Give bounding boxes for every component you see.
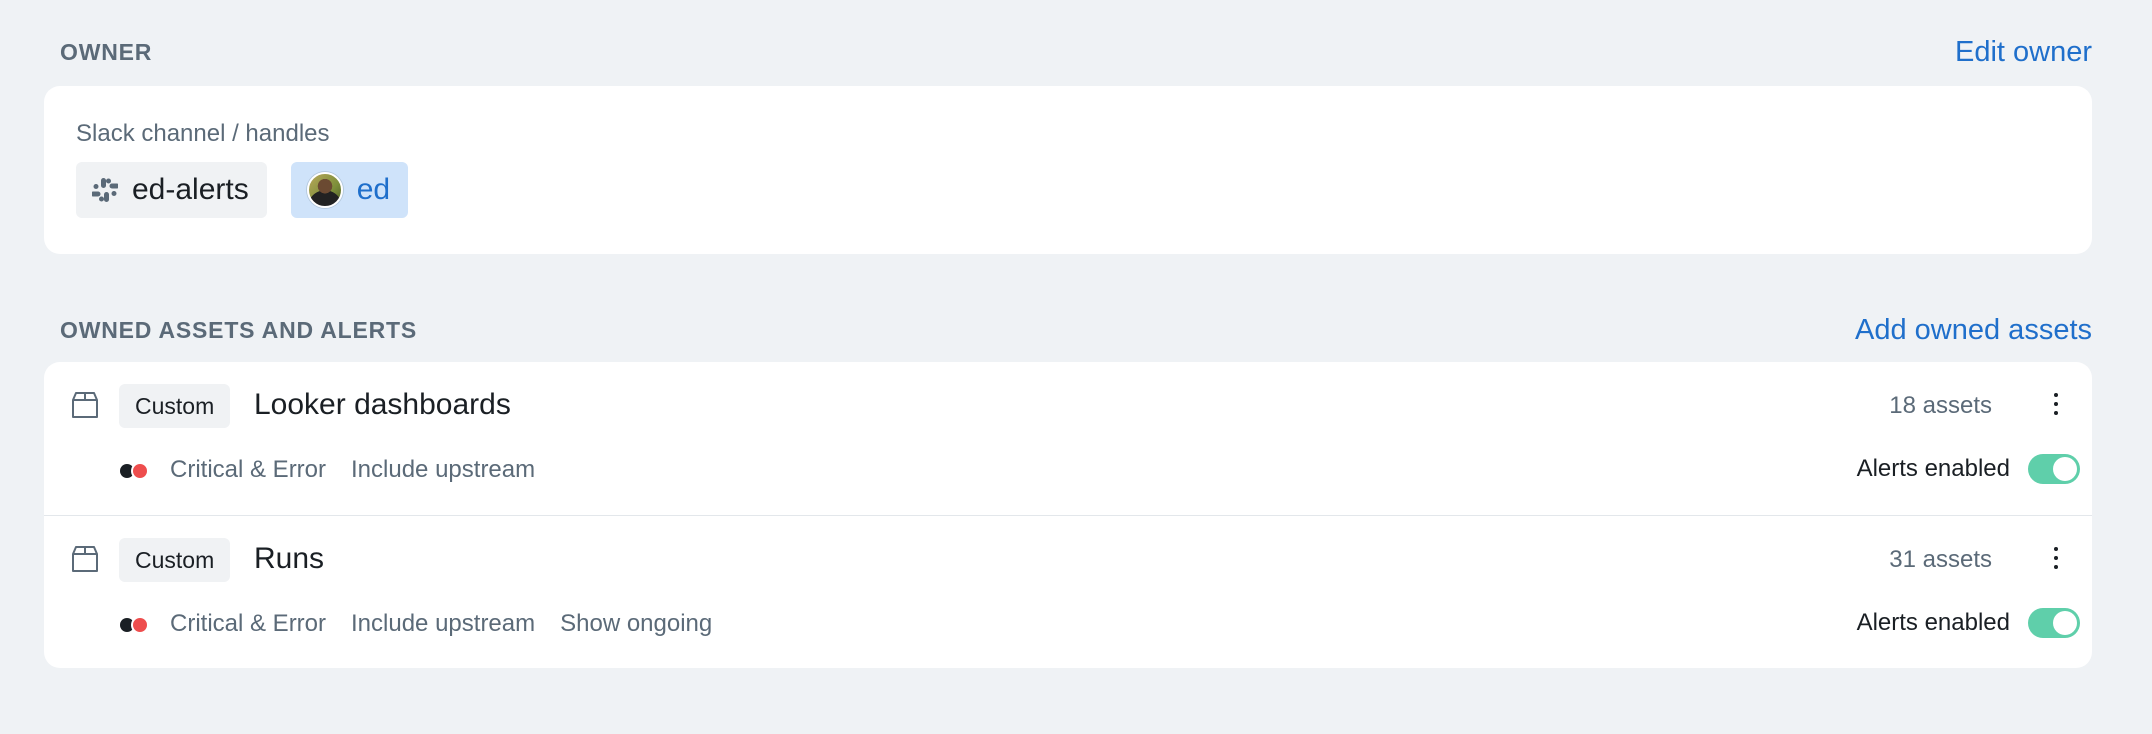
asset-name[interactable]: Looker dashboards (254, 388, 511, 422)
asset-meta: Critical & Error Include upstream (120, 456, 560, 484)
assets-section-header: OWNED ASSETS AND ALERTS Add owned assets (60, 314, 2092, 347)
asset-count: 18 assets (1889, 392, 1992, 419)
box-icon (72, 392, 98, 418)
asset-count: 31 assets (1889, 546, 1992, 573)
alerts-toggle[interactable] (2028, 608, 2080, 638)
asset-meta: Critical & Error Include upstream Show o… (120, 610, 737, 638)
owner-settings-page: OWNER Edit owner Slack channel / handles (0, 0, 2152, 734)
asset-type-badge: Custom (119, 538, 231, 582)
more-options-icon[interactable] (2046, 540, 2066, 576)
alerts-control: Alerts enabled (1857, 608, 2080, 638)
avatar (306, 172, 343, 208)
assets-card: Custom Looker dashboards 18 assets Criti… (44, 362, 2092, 668)
asset-type-badge: Custom (119, 384, 231, 428)
severity-dots-icon (120, 461, 154, 480)
edit-owner-link[interactable]: Edit owner (1955, 36, 2092, 69)
option-include-upstream: Include upstream (351, 456, 536, 483)
alerts-toggle[interactable] (2028, 454, 2080, 484)
assets-section-title: OWNED ASSETS AND ALERTS (60, 317, 418, 343)
owner-section-header: OWNER Edit owner (60, 36, 2092, 69)
option-show-ongoing: Show ongoing (560, 610, 713, 637)
slack-channel-label: ed-alerts (132, 173, 249, 206)
alerts-control: Alerts enabled (1857, 454, 2080, 484)
slack-channel-chip[interactable]: ed-alerts (76, 162, 267, 218)
add-owned-assets-link[interactable]: Add owned assets (1855, 314, 2092, 347)
owner-chips: ed-alerts ed (76, 162, 409, 218)
alerts-enabled-label: Alerts enabled (1856, 609, 2010, 636)
box-icon (72, 546, 98, 572)
owner-card: Slack channel / handles ed-alerts ed (44, 86, 2092, 254)
asset-row[interactable]: Custom Runs 31 assets Critical & Error I… (44, 515, 2092, 668)
option-include-upstream: Include upstream (351, 610, 536, 637)
severity-label: Critical & Error (170, 610, 327, 637)
owner-section-title: OWNER (60, 39, 153, 65)
user-handle-label: ed (356, 173, 391, 206)
asset-row[interactable]: Custom Looker dashboards 18 assets Criti… (44, 362, 2092, 515)
alerts-enabled-label: Alerts enabled (1856, 455, 2010, 482)
user-handle-chip[interactable]: ed (290, 162, 409, 218)
severity-label: Critical & Error (170, 456, 327, 483)
slack-icon (92, 178, 118, 202)
severity-dots-icon (120, 615, 154, 634)
slack-handles-label: Slack channel / handles (76, 120, 330, 147)
more-options-icon[interactable] (2046, 386, 2066, 422)
asset-name[interactable]: Runs (254, 542, 324, 576)
